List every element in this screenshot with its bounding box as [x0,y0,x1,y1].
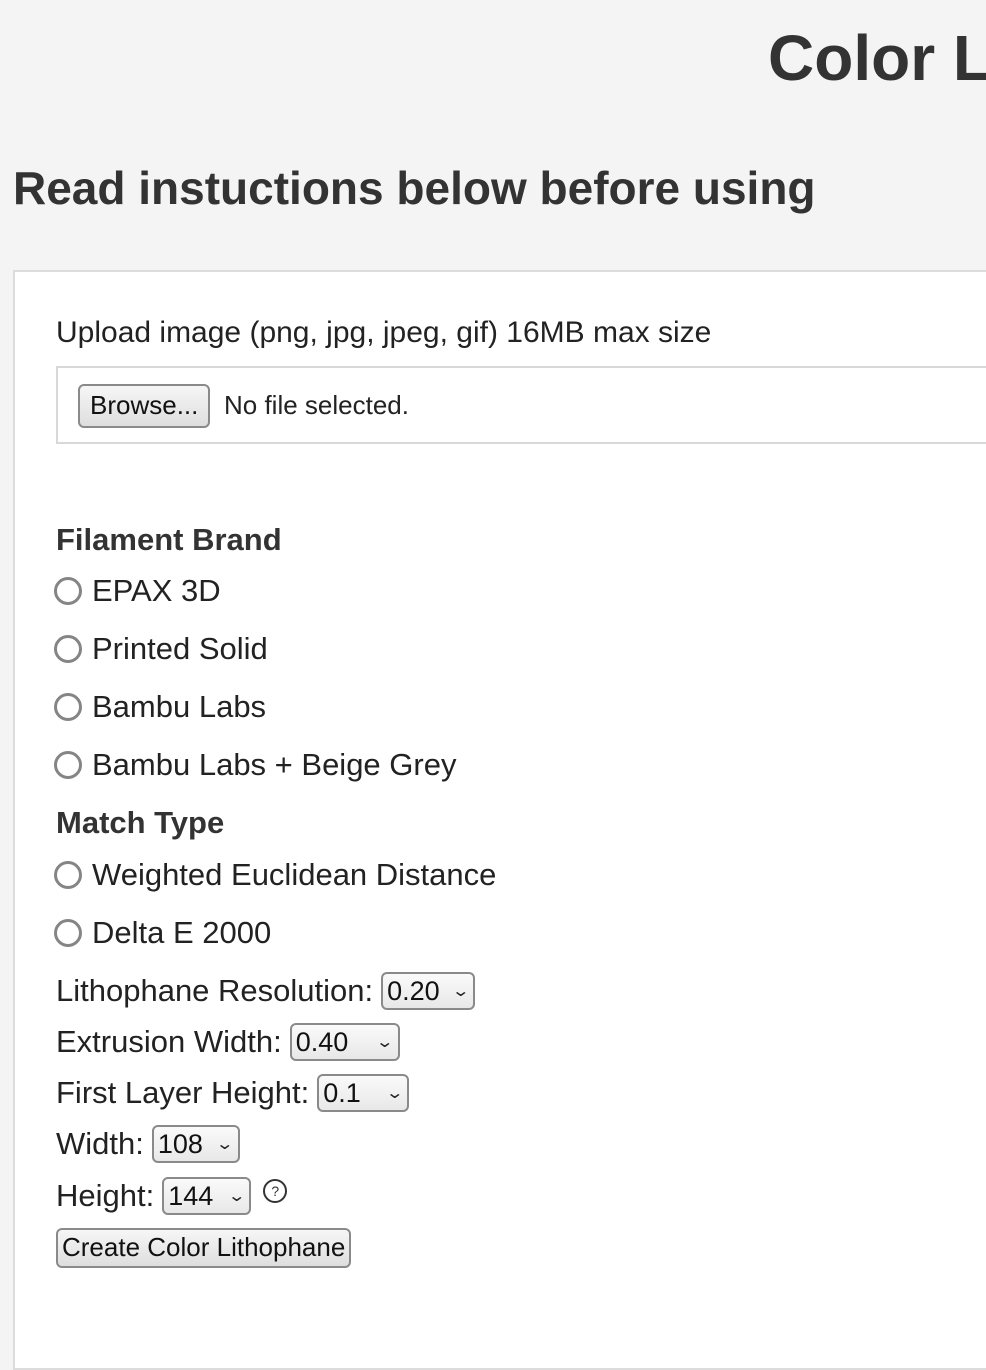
width-select[interactable]: 108 ⌄ [151,1125,240,1163]
resolution-label: Lithophane Resolution: [56,973,374,1008]
radio-weighted-euclidean[interactable]: Weighted Euclidean Distance [54,855,496,895]
radio-delta-e-2000[interactable]: Delta E 2000 [54,913,271,953]
filament-brand-title: Filament Brand [56,522,282,557]
help-icon[interactable]: ? [263,1179,288,1203]
file-input[interactable]: Browse... No file selected. [56,366,986,444]
radio-label: EPAX 3D [92,573,221,608]
extrusion-width-row: Extrusion Width: 0.40 ⌄ [56,1022,400,1062]
chevron-down-icon: ⌄ [215,1136,235,1153]
radio-label: Weighted Euclidean Distance [92,857,497,892]
radio-bambu-labs[interactable]: Bambu Labs [54,687,266,727]
radio-button[interactable] [54,635,82,663]
radio-button[interactable] [54,919,82,947]
radio-button[interactable] [54,693,82,721]
page-title: Color L [768,22,986,94]
radio-label: Delta E 2000 [92,915,272,950]
height-row: Height: 144 ⌄ ? [56,1176,288,1216]
radio-label: Bambu Labs + Beige Grey [92,747,457,782]
file-status: No file selected. [224,390,409,420]
create-lithophane-button[interactable]: Create Color Lithophane [56,1228,352,1268]
height-label: Height: [56,1178,155,1213]
extrusion-width-select[interactable]: 0.40 ⌄ [289,1023,400,1061]
radio-bambu-labs-beige-grey[interactable]: Bambu Labs + Beige Grey [54,745,456,785]
extrusion-width-label: Extrusion Width: [56,1024,282,1059]
lithophane-form: Upload image (png, jpg, jpeg, gif) 16MB … [13,270,986,1370]
height-value: 144 [168,1180,214,1211]
chevron-down-icon: ⌄ [385,1085,404,1102]
extrusion-width-value: 0.40 [295,1026,349,1057]
height-select[interactable]: 144 ⌄ [162,1177,252,1215]
width-value: 108 [157,1128,203,1159]
width-label: Width: [56,1126,144,1161]
chevron-down-icon: ⌄ [375,1034,395,1051]
radio-label: Printed Solid [92,631,268,666]
browse-button[interactable]: Browse... [78,384,211,428]
instructions-heading: Read instuctions below before using [13,162,816,214]
radio-printed-solid[interactable]: Printed Solid [54,629,268,669]
chevron-down-icon: ⌄ [227,1188,246,1205]
resolution-row: Lithophane Resolution: 0.20 ⌄ [56,971,476,1011]
first-layer-height-label: First Layer Height: [56,1075,310,1110]
first-layer-height-value: 0.1 [323,1077,361,1108]
radio-button[interactable] [54,861,82,889]
radio-button[interactable] [54,577,82,605]
first-layer-height-row: First Layer Height: 0.1 ⌄ [56,1073,410,1113]
chevron-down-icon: ⌄ [451,983,470,1000]
resolution-value: 0.20 [387,975,440,1006]
resolution-select[interactable]: 0.20 ⌄ [381,972,476,1010]
radio-epax-3d[interactable]: EPAX 3D [54,571,221,611]
width-row: Width: 108 ⌄ [56,1124,240,1164]
radio-label: Bambu Labs [92,689,267,724]
upload-label: Upload image (png, jpg, jpeg, gif) 16MB … [56,316,712,349]
radio-button[interactable] [54,751,82,779]
first-layer-height-select[interactable]: 0.1 ⌄ [317,1074,410,1112]
match-type-title: Match Type [56,805,225,840]
